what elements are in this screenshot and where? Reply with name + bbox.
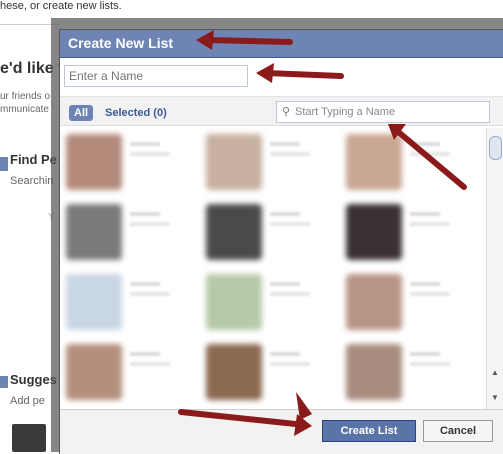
search-placeholder: Start Typing a Name bbox=[295, 106, 396, 118]
friend-name-blurred bbox=[130, 352, 160, 356]
friend-name-blurred bbox=[130, 152, 170, 156]
friend-grid bbox=[60, 128, 486, 407]
magnifier-icon: ⚲ bbox=[282, 106, 291, 118]
friend-photo bbox=[206, 344, 262, 400]
list-name-input[interactable] bbox=[64, 65, 248, 87]
friend-name-blurred bbox=[410, 362, 450, 366]
friend-name-blurred bbox=[410, 292, 450, 296]
dialog-title: Create New List bbox=[60, 30, 503, 58]
friend-name-blurred bbox=[410, 282, 440, 286]
friend-name-blurred bbox=[270, 282, 300, 286]
friend-tile[interactable] bbox=[340, 268, 470, 334]
name-row bbox=[60, 58, 503, 97]
friend-photo bbox=[206, 204, 262, 260]
friend-name-blurred bbox=[270, 222, 310, 226]
cancel-button[interactable]: Cancel bbox=[423, 420, 493, 442]
background-top-text: hese, or create new lists. bbox=[0, 0, 122, 12]
friend-tile[interactable] bbox=[340, 198, 470, 264]
friend-name-blurred bbox=[410, 142, 440, 146]
scrollbar[interactable]: ▲ ▼ bbox=[486, 128, 503, 409]
friend-tile[interactable] bbox=[340, 128, 470, 194]
filter-row: All Selected (0) ⚲ Start Typing a Name bbox=[60, 97, 503, 126]
find-heading: Find Pe bbox=[10, 152, 57, 167]
friend-photo bbox=[346, 204, 402, 260]
friend-tile[interactable] bbox=[200, 198, 330, 264]
background-line: ur friends o bbox=[0, 91, 51, 102]
filter-selected-tab[interactable]: Selected (0) bbox=[105, 105, 167, 121]
suggest-heading: Sugges bbox=[10, 372, 57, 387]
friend-search-input[interactable]: ⚲ Start Typing a Name bbox=[276, 101, 490, 123]
friend-photo bbox=[346, 344, 402, 400]
friend-name-blurred bbox=[410, 222, 450, 226]
friend-name-blurred bbox=[410, 152, 450, 156]
friend-photo bbox=[66, 344, 122, 400]
scroll-down-icon[interactable]: ▼ bbox=[491, 393, 499, 402]
find-subtext: Searchin bbox=[10, 175, 54, 187]
friend-name-blurred bbox=[270, 152, 310, 156]
friend-tile[interactable] bbox=[60, 268, 190, 334]
friend-name-blurred bbox=[130, 282, 160, 286]
avatar bbox=[12, 424, 46, 452]
dialog-footer: Create List Cancel bbox=[60, 409, 503, 454]
friend-photo bbox=[206, 134, 262, 190]
filter-all-tab[interactable]: All bbox=[69, 105, 94, 121]
friend-photo bbox=[66, 134, 122, 190]
friend-name-blurred bbox=[410, 352, 440, 356]
friend-name-blurred bbox=[270, 362, 310, 366]
friend-name-blurred bbox=[130, 142, 160, 146]
friend-tile[interactable] bbox=[60, 338, 190, 404]
friend-name-blurred bbox=[270, 292, 310, 296]
scroll-up-icon[interactable]: ▲ bbox=[491, 368, 499, 377]
suggest-icon bbox=[0, 376, 8, 388]
friend-name-blurred bbox=[130, 222, 170, 226]
friend-photo bbox=[346, 134, 402, 190]
friend-name-blurred bbox=[270, 212, 300, 216]
background-line: mmunicate bbox=[0, 104, 49, 115]
scroll-thumb[interactable] bbox=[489, 136, 502, 160]
friend-tile[interactable] bbox=[200, 268, 330, 334]
friend-photo bbox=[66, 204, 122, 260]
friend-name-blurred bbox=[410, 212, 440, 216]
friend-tile[interactable] bbox=[60, 128, 190, 194]
friend-name-blurred bbox=[130, 362, 170, 366]
create-list-dialog: Create New List All Selected (0) ⚲ Start… bbox=[59, 29, 503, 454]
friend-name-blurred bbox=[270, 352, 300, 356]
friend-tile[interactable] bbox=[200, 128, 330, 194]
friend-name-blurred bbox=[130, 212, 160, 216]
friend-photo bbox=[66, 274, 122, 330]
suggest-subtext: Add pe bbox=[10, 395, 45, 407]
friend-name-blurred bbox=[270, 142, 300, 146]
friend-tile[interactable] bbox=[340, 338, 470, 404]
create-list-button[interactable]: Create List bbox=[322, 420, 416, 442]
find-icon bbox=[0, 157, 8, 171]
friend-photo bbox=[346, 274, 402, 330]
friend-tile[interactable] bbox=[60, 198, 190, 264]
friend-tile[interactable] bbox=[200, 338, 330, 404]
friend-photo bbox=[206, 274, 262, 330]
friend-name-blurred bbox=[130, 292, 170, 296]
